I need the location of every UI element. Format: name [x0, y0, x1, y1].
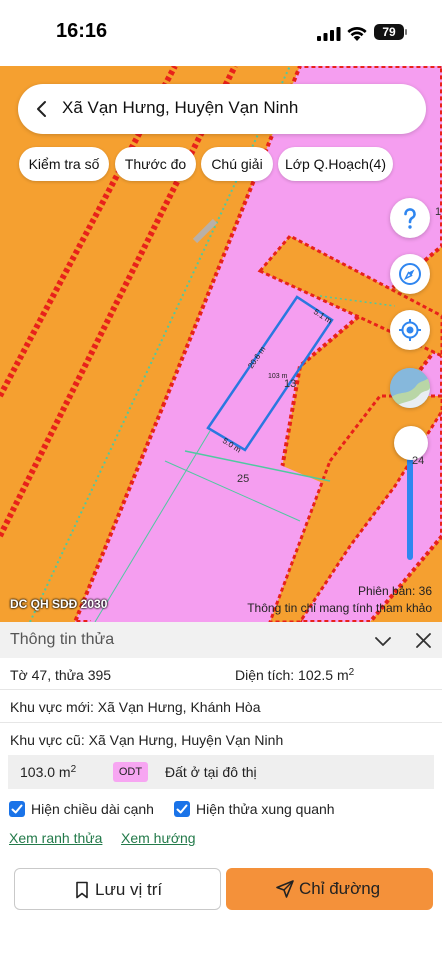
legend-chip[interactable]: Chú giải: [201, 147, 273, 181]
parcel-number-main: 13: [284, 378, 296, 390]
land-use-row: 103.0 m2 ODT Đất ở tại đô thị: [8, 755, 434, 789]
map-layer-name: DC QH SDĐ 2030: [10, 597, 108, 611]
satellite-thumbnail-icon: [390, 368, 430, 408]
help-button[interactable]: [390, 198, 430, 238]
base-map-layer-button[interactable]: [390, 368, 430, 408]
checkmark-icon: [176, 804, 188, 814]
compass-button[interactable]: [390, 254, 430, 294]
map-edge-label: 1: [435, 206, 442, 218]
panel-title: Thông tin thửa: [10, 631, 115, 648]
status-time: 16:16: [56, 20, 108, 42]
location-title: Xã Vạn Hưng, Huyện Vạn Ninh: [62, 98, 299, 117]
crosshair-icon: [399, 319, 421, 341]
parcel-area: Diện tích: 102.5 m2: [235, 667, 354, 683]
directions-label: Chỉ đường: [299, 879, 381, 898]
land-use-area: 103.0 m2: [20, 764, 76, 780]
checkmark-icon: [11, 804, 23, 814]
planning-layer-chip[interactable]: Lớp Q.Hoạch(4): [278, 147, 393, 181]
land-use-area-superscript: 2: [70, 764, 77, 775]
bookmark-icon: [76, 881, 88, 899]
map-disclaimer: Thông tin chỉ mang tính tham khảo: [247, 601, 432, 615]
close-icon[interactable]: [415, 632, 432, 649]
directions-button[interactable]: Chỉ đường: [226, 868, 433, 910]
parcel-area-text: Diện tích: 102.5 m: [235, 667, 349, 683]
search-bar[interactable]: Xã Vạn Hưng, Huyện Vạn Ninh: [18, 84, 426, 134]
check-number-chip[interactable]: Kiểm tra số: [19, 147, 109, 181]
show-neighbor-parcels-option[interactable]: Hiện thửa xung quanh: [174, 800, 354, 820]
battery-cap: [405, 29, 407, 35]
map-view[interactable]: 5.1 m 20.6 m 5.0 m 103 m 13 25 Xã Vạn Hư…: [0, 66, 442, 622]
map-version: Phiên bản: 36: [357, 584, 432, 598]
view-parcel-boundary-link[interactable]: Xem ranh thửa: [9, 830, 102, 846]
ruler-chip[interactable]: Thước đo: [115, 147, 196, 181]
view-direction-link[interactable]: Xem hướng: [121, 830, 196, 846]
chevron-down-icon[interactable]: [374, 632, 392, 650]
show-edge-length-checkbox[interactable]: [9, 801, 25, 817]
compass-icon: [399, 263, 421, 285]
save-location-button[interactable]: Lưu vị trí: [14, 868, 221, 910]
land-use-area-text: 103.0 m: [20, 764, 71, 780]
show-edge-length-option[interactable]: Hiện chiều dài cạnh: [9, 800, 169, 820]
wifi-icon: [347, 26, 367, 41]
question-mark-icon: [404, 208, 416, 229]
old-area-text: Khu vực cũ: Xã Vạn Hưng, Huyện Vạn Ninh: [10, 732, 284, 748]
parcel-info-header: Thông tin thửa: [0, 622, 442, 658]
new-area-row: Khu vực mới: Xã Vạn Hưng, Khánh Hòa: [0, 690, 442, 723]
new-area-text: Khu vực mới: Xã Vạn Hưng, Khánh Hòa: [10, 699, 261, 715]
old-area-row: Khu vực cũ: Xã Vạn Hưng, Huyện Vạn Ninh: [0, 723, 442, 755]
save-location-label: Lưu vị trí: [95, 880, 163, 899]
my-location-button[interactable]: [390, 310, 430, 350]
signal-icon: [317, 27, 341, 41]
map-edge-label-side: 24: [412, 455, 425, 467]
back-arrow-icon[interactable]: [32, 99, 52, 119]
land-use-code-badge: ODT: [113, 762, 148, 782]
parcel-id-row: Tờ 47, thửa 395 Diện tích: 102.5 m2: [0, 658, 442, 690]
show-neighbor-parcels-label: Hiện thửa xung quanh: [196, 801, 335, 817]
parcel-sheet-number: Tờ 47, thửa 395: [10, 667, 112, 683]
area-unit-superscript: 2: [348, 667, 355, 678]
battery-icon: 79: [374, 24, 404, 40]
show-edge-length-label: Hiện chiều dài cạnh: [31, 801, 154, 817]
parcel-number-below: 25: [237, 473, 249, 485]
show-neighbor-parcels-checkbox[interactable]: [174, 801, 190, 817]
status-bar: 16:16 79: [0, 0, 442, 66]
land-use-description: Đất ở tại đô thị: [165, 764, 257, 780]
navigation-arrow-icon: [276, 880, 294, 898]
